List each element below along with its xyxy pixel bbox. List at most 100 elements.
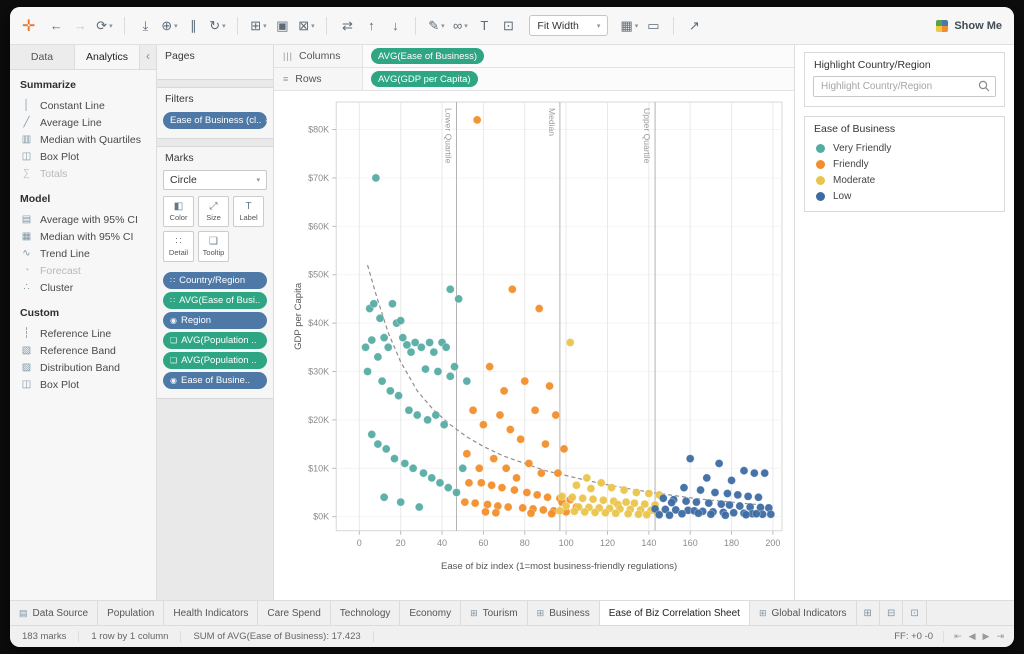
- mark-circle[interactable]: [373, 352, 383, 362]
- mark-circle[interactable]: [706, 509, 716, 519]
- mark-circle[interactable]: [619, 485, 629, 495]
- mark-pill-ease-of-busine[interactable]: ◉ Ease of Busine..: [163, 372, 267, 389]
- mark-circle[interactable]: [578, 493, 588, 503]
- analytics-item-totals[interactable]: ∑ Totals: [20, 165, 146, 182]
- analytics-item-reference-line[interactable]: ┆ Reference Line: [20, 325, 146, 342]
- mark-circle[interactable]: [367, 335, 377, 345]
- mark-circle[interactable]: [408, 463, 418, 473]
- save-button[interactable]: ⤓: [134, 14, 156, 38]
- mark-circle[interactable]: [379, 333, 389, 343]
- mark-circle[interactable]: [441, 342, 451, 352]
- mark-circle[interactable]: [414, 502, 424, 512]
- scatter-plot-view[interactable]: 0 20 40 60 80 100 120 140 160 180 200 $0K $10K $20K $3…: [274, 91, 794, 600]
- mark-circle[interactable]: [383, 342, 393, 352]
- mark-circle[interactable]: [749, 468, 759, 478]
- mark-circle[interactable]: [714, 459, 724, 468]
- mark-circle[interactable]: [479, 420, 488, 430]
- sheet-tab-business[interactable]: ⊞ Business: [527, 601, 600, 625]
- size-button[interactable]: ⤢ Size: [198, 196, 229, 227]
- sheet-tab-data-source[interactable]: ▤ Data Source: [10, 601, 99, 625]
- mark-circle[interactable]: [512, 473, 521, 483]
- show-mark-labels-button[interactable]: T: [473, 14, 495, 38]
- detail-button[interactable]: ∷ Detail: [163, 231, 194, 262]
- tab-data[interactable]: Data: [10, 45, 75, 69]
- mark-circle[interactable]: [431, 410, 441, 420]
- mark-circle[interactable]: [396, 316, 406, 326]
- mark-circle[interactable]: [751, 509, 761, 519]
- mark-circle[interactable]: [667, 498, 676, 507]
- mark-circle[interactable]: [377, 376, 387, 386]
- rows-shelf[interactable]: ≡ Rows AVG(GDP per Capita): [274, 68, 794, 91]
- mark-circle[interactable]: [439, 420, 449, 430]
- mark-circle[interactable]: [716, 499, 726, 509]
- mark-circle[interactable]: [569, 506, 579, 516]
- go-first-button[interactable]: ⇤: [954, 631, 962, 642]
- mark-circle[interactable]: [425, 338, 434, 347]
- mark-circle[interactable]: [623, 509, 633, 519]
- mark-circle[interactable]: [522, 488, 532, 497]
- go-previous-button[interactable]: ◀: [969, 631, 976, 642]
- mark-circle[interactable]: [725, 500, 734, 510]
- mark-circle[interactable]: [541, 439, 550, 449]
- marks-drop-zone[interactable]: ∷ Country/Region ∷ AVG(Ease of Busi.. ◉ Regio…: [157, 268, 273, 398]
- mark-circle[interactable]: [723, 489, 732, 498]
- mark-circle[interactable]: [433, 367, 443, 376]
- mark-circle[interactable]: [642, 510, 652, 520]
- columns-pill-avg-ease-of-business[interactable]: AVG(Ease of Business): [371, 48, 485, 64]
- group-members-button[interactable]: ∞ ▾: [449, 14, 471, 38]
- mark-circle[interactable]: [611, 508, 621, 518]
- filter-pill-ease-of-business-cl[interactable]: Ease of Business (cl..≡: [163, 112, 267, 129]
- legend-item-friendly[interactable]: Friendly: [805, 156, 1004, 172]
- mark-circle[interactable]: [710, 488, 720, 497]
- columns-shelf[interactable]: ||| Columns AVG(Ease of Business): [274, 45, 794, 68]
- mark-circle[interactable]: [685, 454, 695, 464]
- mark-circle[interactable]: [400, 459, 410, 468]
- mark-circle[interactable]: [518, 503, 528, 513]
- analytics-item-box-plot[interactable]: ◫ Box Plot: [20, 148, 146, 165]
- mark-pill-country-region[interactable]: ∷ Country/Region: [163, 272, 267, 289]
- mark-circle[interactable]: [474, 463, 484, 473]
- mark-circle[interactable]: [565, 338, 575, 347]
- mark-circle[interactable]: [460, 497, 470, 507]
- mark-circle[interactable]: [454, 294, 463, 304]
- mark-circle[interactable]: [644, 489, 654, 498]
- new-worksheet-button[interactable]: ⊞ ▾: [247, 14, 269, 38]
- mark-circle[interactable]: [419, 468, 428, 478]
- mark-circle[interactable]: [373, 439, 383, 449]
- run-auto-updates-button[interactable]: ↻ ▾: [206, 14, 228, 38]
- analytics-item-reference-band[interactable]: ▧ Reference Band: [20, 342, 146, 359]
- mark-circle[interactable]: [445, 371, 455, 381]
- new-data-source-button[interactable]: ⊕ ▾: [158, 14, 180, 38]
- mark-circle[interactable]: [462, 376, 472, 386]
- mark-circle[interactable]: [394, 391, 403, 401]
- new-story-button[interactable]: ⊡: [903, 601, 927, 625]
- mark-circle[interactable]: [601, 508, 610, 518]
- mark-circle[interactable]: [632, 488, 641, 497]
- mark-circle[interactable]: [733, 490, 743, 500]
- mark-circle[interactable]: [385, 386, 395, 396]
- analytics-item-cluster[interactable]: ∴ Cluster: [20, 279, 146, 296]
- mark-circle[interactable]: [402, 340, 412, 350]
- mark-circle[interactable]: [388, 299, 397, 309]
- mark-circle[interactable]: [505, 425, 515, 434]
- mark-circle[interactable]: [694, 508, 703, 518]
- mark-circle[interactable]: [702, 473, 712, 483]
- rows-pill-avg-gdp-per-capita[interactable]: AVG(GDP per Capita): [371, 71, 478, 87]
- legend-item-very-friendly[interactable]: Very Friendly: [805, 140, 1004, 156]
- mark-circle[interactable]: [417, 342, 426, 352]
- mark-circle[interactable]: [367, 430, 377, 439]
- sheet-tab-tourism[interactable]: ⊞ Tourism: [461, 601, 528, 625]
- duplicate-sheet-button[interactable]: ▣: [271, 14, 293, 38]
- mark-circle[interactable]: [572, 480, 581, 490]
- mark-circle[interactable]: [735, 501, 745, 511]
- mark-circle[interactable]: [503, 502, 513, 512]
- mark-circle[interactable]: [692, 497, 701, 507]
- highlight-input[interactable]: [813, 76, 996, 97]
- mark-circle[interactable]: [497, 483, 507, 493]
- mark-circle[interactable]: [381, 444, 391, 454]
- go-last-button[interactable]: ⇥: [996, 631, 1004, 642]
- mark-circle[interactable]: [443, 483, 453, 493]
- filters-drop-zone[interactable]: Ease of Business (cl..≡: [157, 108, 273, 138]
- sheet-tab-population[interactable]: Population: [98, 601, 165, 625]
- sheet-tab-technology[interactable]: Technology: [330, 601, 401, 625]
